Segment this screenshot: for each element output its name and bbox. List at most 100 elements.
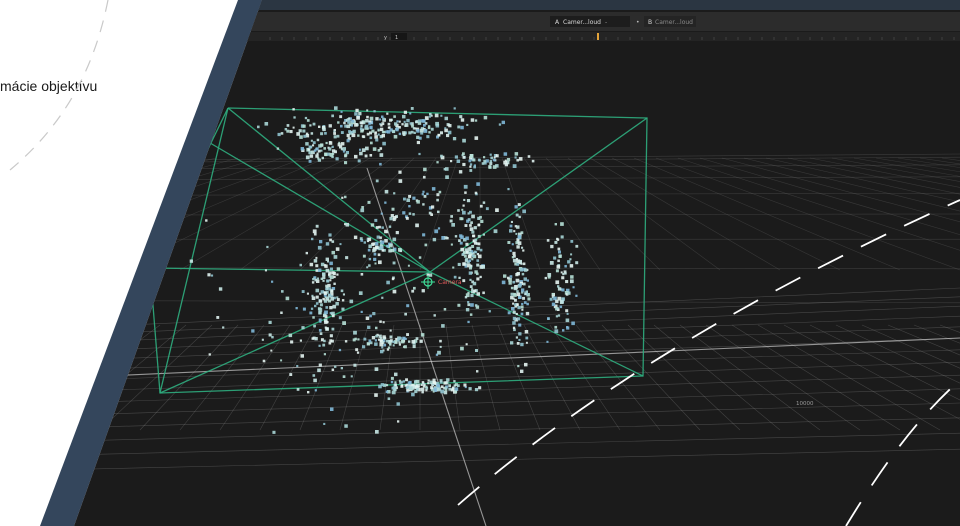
- cloud-point: [331, 114, 334, 118]
- cloud-point: [469, 278, 472, 281]
- cloud-point: [284, 128, 288, 131]
- cloud-point: [437, 227, 441, 230]
- cloud-point: [489, 153, 492, 156]
- cloud-point: [521, 246, 524, 249]
- cloud-point: [386, 280, 390, 285]
- cloud-point: [495, 208, 499, 212]
- cloud-point: [271, 280, 274, 283]
- cloud-point: [441, 324, 445, 328]
- cloud-point: [323, 147, 326, 150]
- swap-icon[interactable]: •: [636, 19, 640, 26]
- cloud-point: [335, 157, 339, 161]
- cloud-point: [469, 154, 474, 158]
- cloud-point: [448, 124, 452, 128]
- cloud-point: [392, 289, 397, 294]
- cloud-point: [396, 402, 400, 406]
- cloud-point: [351, 133, 356, 138]
- cloud-point: [308, 159, 312, 163]
- grid-line: [74, 157, 129, 271]
- cloud-point: [554, 329, 559, 334]
- cloud-point: [402, 211, 406, 215]
- cloud-point: [367, 325, 371, 329]
- cloud-point: [397, 420, 400, 423]
- grid-line: [0, 158, 40, 270]
- frame-field[interactable]: [391, 33, 407, 40]
- cloud-point: [360, 310, 363, 313]
- cloud-point: [306, 292, 309, 295]
- cloud-point: [440, 154, 443, 158]
- cloud-point: [443, 168, 446, 171]
- cloud-point: [305, 155, 310, 160]
- cloud-point: [416, 200, 420, 204]
- cloud-point: [323, 264, 327, 267]
- cloud-point: [262, 359, 266, 363]
- cloud-point: [366, 109, 369, 112]
- cloud-point: [473, 289, 477, 293]
- cloud-point: [465, 308, 470, 312]
- cloud-point: [439, 379, 443, 383]
- cloud-point: [561, 276, 565, 280]
- cloud-point: [436, 198, 439, 202]
- cloud-point: [305, 251, 308, 255]
- cloud-point: [474, 388, 479, 392]
- cloud-point: [421, 390, 424, 394]
- cloud-point: [462, 262, 466, 266]
- cloud-point: [222, 326, 225, 329]
- cloud-point: [467, 320, 470, 324]
- cloud-point: [325, 268, 330, 273]
- cloud-point: [251, 329, 255, 333]
- cloud-point: [516, 303, 519, 306]
- cloud-point: [460, 235, 464, 239]
- cloud-point: [394, 381, 397, 384]
- cloud-point: [322, 343, 326, 347]
- cloud-point: [361, 148, 366, 152]
- cloud-point: [382, 117, 385, 121]
- cloud-point: [412, 127, 416, 130]
- cloud-point: [556, 307, 559, 310]
- cloud-point: [575, 261, 579, 265]
- cloud-point: [329, 306, 333, 310]
- cloud-point: [522, 249, 525, 252]
- cloud-point: [546, 239, 550, 242]
- input-a-dropdown[interactable]: -: [605, 19, 607, 26]
- cloud-point: [452, 137, 457, 141]
- cloud-point: [329, 279, 332, 282]
- cloud-point: [302, 129, 306, 133]
- cloud-point: [333, 132, 336, 135]
- timeline-bar[interactable]: [0, 32, 960, 41]
- cloud-point: [476, 182, 480, 186]
- cloud-point: [511, 243, 514, 246]
- cloud-point: [315, 269, 319, 272]
- cloud-point: [409, 386, 413, 390]
- cloud-point: [454, 155, 458, 159]
- cloud-point: [381, 346, 384, 349]
- cloud-point: [421, 387, 425, 391]
- cloud-point: [470, 293, 474, 298]
- cloud-point: [521, 302, 524, 306]
- cloud-point: [355, 348, 359, 352]
- cloud-point: [339, 145, 343, 149]
- cloud-point: [389, 335, 393, 339]
- cloud-point: [373, 110, 376, 113]
- playhead[interactable]: [597, 33, 599, 40]
- cloud-point: [476, 292, 480, 296]
- cloud-point: [452, 386, 455, 389]
- cloud-point: [466, 199, 471, 203]
- cloud-point: [516, 342, 520, 345]
- cloud-point: [421, 289, 425, 293]
- cloud-point: [358, 112, 362, 116]
- cloud-point: [329, 275, 334, 279]
- cloud-point: [374, 339, 377, 342]
- cloud-point: [381, 249, 384, 252]
- cloud-point: [205, 219, 208, 222]
- cloud-point: [510, 292, 514, 296]
- cloud-point: [330, 407, 334, 411]
- cloud-point: [469, 227, 474, 231]
- cloud-point: [440, 131, 443, 135]
- cloud-point: [559, 305, 563, 309]
- cloud-point: [570, 279, 574, 284]
- cloud-point: [406, 333, 409, 336]
- cloud-point: [300, 354, 304, 358]
- cloud-point: [369, 136, 373, 140]
- cloud-point: [513, 293, 517, 297]
